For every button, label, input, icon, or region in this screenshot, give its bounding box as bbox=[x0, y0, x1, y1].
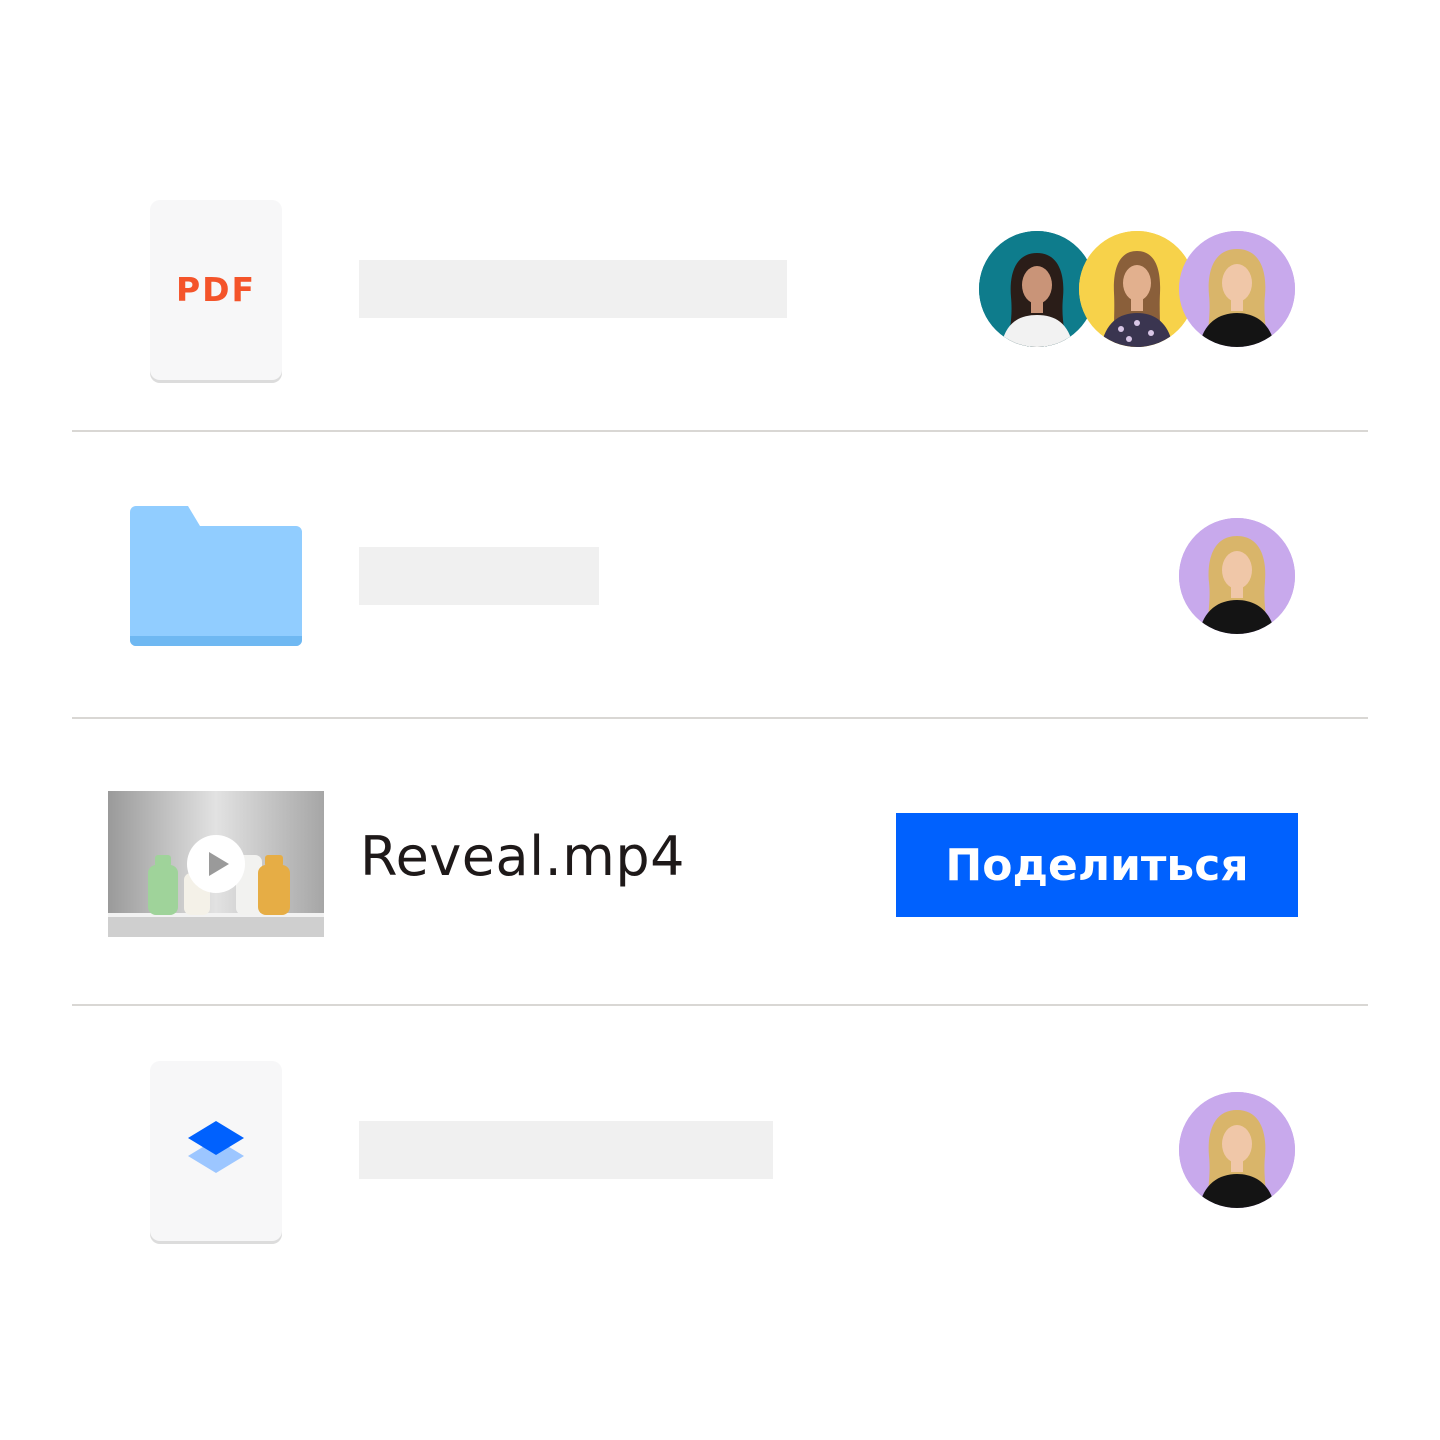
filename-placeholder bbox=[359, 260, 787, 318]
file-row-pdf[interactable]: PDF bbox=[72, 144, 1368, 431]
file-row-dropbox[interactable] bbox=[72, 1006, 1368, 1293]
avatar[interactable] bbox=[1179, 518, 1295, 634]
avatar[interactable] bbox=[979, 231, 1095, 347]
video-thumbnail[interactable] bbox=[108, 791, 324, 937]
file-row-video[interactable]: Reveal.mp4 Поделиться bbox=[72, 719, 1368, 1006]
file-name[interactable]: Reveal.mp4 bbox=[360, 825, 685, 888]
avatar[interactable] bbox=[1079, 231, 1195, 347]
folder-icon bbox=[130, 506, 302, 646]
file-row-folder[interactable] bbox=[72, 432, 1368, 719]
avatar[interactable] bbox=[1179, 1092, 1295, 1208]
share-button[interactable]: Поделиться bbox=[896, 813, 1298, 917]
play-icon[interactable] bbox=[108, 791, 324, 937]
dropbox-logo-icon bbox=[188, 1121, 244, 1173]
dropbox-file-icon bbox=[150, 1061, 282, 1241]
pdf-icon-label: PDF bbox=[175, 270, 257, 309]
filename-placeholder bbox=[359, 547, 599, 605]
pdf-file-icon: PDF bbox=[150, 200, 282, 380]
filename-placeholder bbox=[359, 1121, 773, 1179]
avatar[interactable] bbox=[1179, 231, 1295, 347]
